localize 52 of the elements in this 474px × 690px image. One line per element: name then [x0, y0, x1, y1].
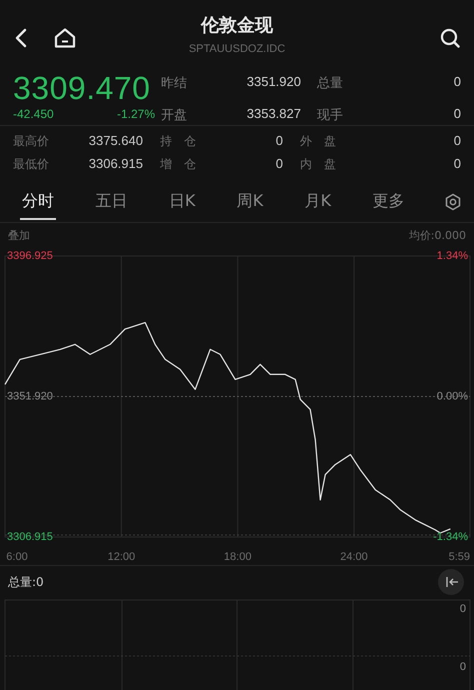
home-icon[interactable]	[54, 28, 76, 48]
axis-label: 0	[460, 661, 466, 673]
axis-label: 12:00	[108, 551, 136, 564]
stat-label: 内 盘	[299, 156, 337, 173]
axis-label: 1.34%	[436, 250, 468, 262]
stat-label: 外 盘	[299, 132, 337, 150]
axis-label: -1.34%	[433, 531, 468, 544]
axis-label: 5:59	[448, 551, 470, 564]
axis-label: 18:00	[224, 551, 252, 564]
stat-label: 最低价	[13, 156, 50, 173]
stat-value: 3351.920	[246, 74, 301, 91]
chart-tab[interactable]: 五日	[93, 183, 130, 220]
stat-value: 0	[452, 74, 461, 91]
axis-label: 3306.915	[7, 531, 53, 544]
price-change: -42.450	[13, 106, 54, 121]
axis-label: 6:00	[6, 551, 28, 564]
stat-value: 3306.915	[88, 156, 143, 173]
stat-label: 增 仓	[159, 156, 197, 173]
axis-label: 0	[460, 603, 466, 615]
stat-value: 3375.640	[88, 132, 143, 150]
overlay-label[interactable]: 叠加	[8, 228, 30, 243]
stat-value: 0	[274, 156, 283, 173]
chart-tab[interactable]: 分时	[20, 183, 56, 220]
stat-label: 持 仓	[159, 132, 197, 150]
percent-change: -1.27%	[116, 106, 155, 121]
chart-tab[interactable]: 日K	[166, 183, 198, 220]
page-title: 伦敦金现	[201, 14, 273, 37]
stat-value: 3353.827	[246, 106, 301, 123]
stat-label: 总量	[316, 74, 344, 92]
search-icon[interactable]	[440, 28, 460, 48]
settings-icon[interactable]	[444, 192, 462, 211]
chart-tab[interactable]: 月K	[302, 183, 334, 220]
stat-value: 0	[452, 156, 461, 173]
collapse-icon[interactable]	[438, 569, 464, 596]
stat-label: 最高价	[13, 132, 50, 150]
axis-label: 3396.925	[7, 250, 53, 262]
stat-value: 0	[274, 132, 283, 150]
axis-label: 0.00%	[436, 390, 468, 403]
instrument-code: SPTAUUSDOZ.IDC	[188, 42, 286, 55]
stat-label: 现手	[316, 106, 344, 124]
stat-label: 开盘	[161, 106, 188, 124]
stat-label: 昨结	[161, 74, 188, 92]
stat-value: 0	[452, 132, 461, 150]
last-price: 3309.470	[13, 72, 152, 104]
back-icon[interactable]	[14, 28, 28, 48]
chart-tab[interactable]: 周K	[234, 183, 266, 220]
volume-label: 总量:0	[8, 574, 44, 591]
axis-label: 24:00	[340, 551, 368, 564]
stat-value: 0	[452, 106, 461, 123]
average-price: 均价:0.000	[408, 228, 466, 243]
chart-tab[interactable]: 更多	[370, 183, 407, 220]
axis-label: 3351.920	[7, 390, 53, 403]
